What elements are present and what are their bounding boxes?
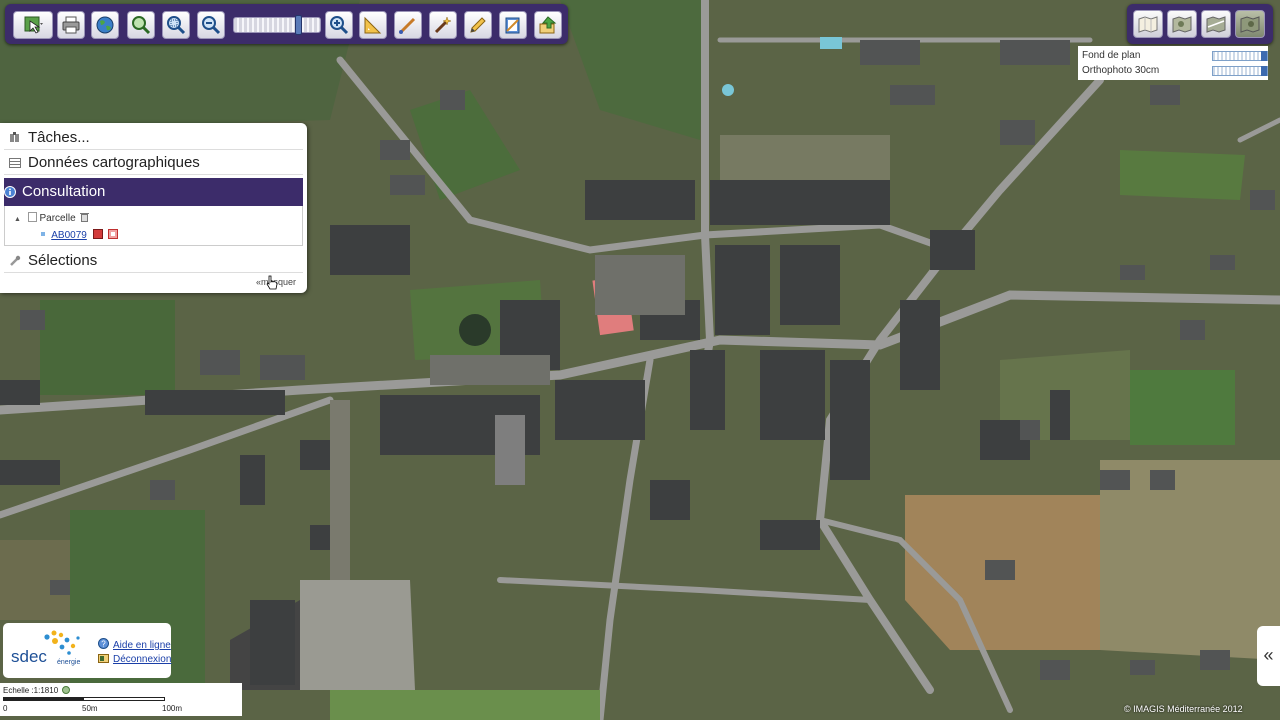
data-table-icon <box>9 158 21 168</box>
zoom-to-icon[interactable] <box>92 229 103 239</box>
tree-node-parcelle[interactable]: ▲ Parcelle <box>14 212 90 226</box>
layer-name: Fond de plan <box>1082 50 1141 61</box>
export-icon <box>539 16 557 34</box>
hand-cursor-icon <box>266 275 278 290</box>
measure-button[interactable] <box>359 11 387 39</box>
scale-label: Echelle :1:1810 <box>3 686 59 695</box>
layer-row: Orthophoto 30cm <box>1082 64 1268 78</box>
scale-bar-box: Echelle :1:1810 0 50m 100m <box>0 683 242 716</box>
accordion-label: Tâches... <box>28 129 90 146</box>
hybrid-map-icon <box>1206 16 1226 33</box>
magic-wand-button[interactable] <box>429 11 457 39</box>
zoom-box-icon <box>167 16 186 35</box>
magic-wand-icon <box>434 16 452 34</box>
logout-icon <box>98 654 109 663</box>
layer-button-2[interactable] <box>1167 10 1197 38</box>
zoom-in-button[interactable] <box>325 11 353 39</box>
report-icon[interactable] <box>108 229 119 239</box>
consultation-body: ▲ Parcelle AB0079 <box>4 206 303 246</box>
svg-text:?: ? <box>101 640 106 649</box>
accordion-selections[interactable]: Sélections <box>4 250 303 273</box>
aerial-map-icon <box>1172 16 1192 33</box>
tasks-icon <box>10 132 19 142</box>
zoom-out-button[interactable] <box>197 11 225 39</box>
accordion-donnees[interactable]: Données cartographiques <box>4 152 303 175</box>
branding-box: sdec énergie ? Aide en ligne Déconnexion <box>3 623 171 678</box>
bullet-icon <box>41 232 45 236</box>
accordion-label: Sélections <box>28 252 98 269</box>
layer-opacity-slider[interactable] <box>1212 66 1268 76</box>
select-area-icon <box>24 16 43 34</box>
edit-button[interactable] <box>464 11 492 39</box>
logo-subtext: énergie <box>57 659 81 666</box>
layer-row: Fond de plan <box>1082 49 1268 63</box>
trash-icon[interactable] <box>80 212 90 222</box>
layer-switcher <box>1127 4 1273 44</box>
notepad-icon <box>505 17 520 34</box>
accordion-consultation[interactable]: Consultation <box>4 178 303 206</box>
zoom-out-icon <box>202 16 221 35</box>
draw-line-button[interactable] <box>394 11 422 39</box>
layer-name: Orthophoto 30cm <box>1082 65 1160 76</box>
zoom-box-button[interactable] <box>162 11 190 39</box>
logo-text: sdec <box>11 647 47 666</box>
brush-icon <box>399 17 416 34</box>
logout-link[interactable]: Déconnexion <box>113 654 171 665</box>
globe-icon <box>96 16 114 34</box>
document-icon <box>27 212 37 222</box>
accordion-label: Consultation <box>22 183 106 200</box>
wrench-icon <box>10 255 21 266</box>
scale-bar <box>3 697 165 701</box>
notes-button[interactable] <box>499 11 527 39</box>
help-link[interactable]: Aide en ligne <box>113 640 171 651</box>
pencil-icon <box>470 17 486 33</box>
layer-list: Fond de plan Orthophoto 30cm <box>1078 46 1268 80</box>
zoom-slider-handle[interactable] <box>294 15 302 35</box>
print-button[interactable] <box>57 11 85 39</box>
copyright-text: © IMAGIS Méditerranée 2012 <box>1124 704 1243 714</box>
accordion-label: Données cartographiques <box>28 154 200 171</box>
main-toolbar <box>5 4 568 44</box>
zoom-in-icon <box>330 16 349 35</box>
accordion-taches[interactable]: Tâches... <box>4 127 303 150</box>
scale-tick-0: 0 <box>3 704 8 713</box>
zoom-slider[interactable] <box>233 15 321 35</box>
orthophoto-icon <box>1240 16 1260 33</box>
scale-settings-icon[interactable] <box>62 686 70 694</box>
layer-button-3[interactable] <box>1201 10 1231 38</box>
collapse-panel-button[interactable]: « <box>1257 626 1280 686</box>
layer-button-4[interactable] <box>1235 10 1265 38</box>
parcel-link[interactable]: AB0079 <box>51 230 87 241</box>
zoom-selection-button[interactable] <box>127 11 155 39</box>
info-icon <box>4 186 16 198</box>
zoom-selection-icon <box>132 16 151 35</box>
ruler-icon <box>364 16 382 34</box>
aerial-map[interactable] <box>0 0 1280 720</box>
map-icon <box>1138 16 1158 33</box>
layer-opacity-slider[interactable] <box>1212 51 1268 61</box>
full-extent-button[interactable] <box>91 11 119 39</box>
printer-icon <box>62 16 80 34</box>
tree-label: Parcelle <box>39 213 76 224</box>
help-icon: ? <box>98 638 109 649</box>
expand-icon: ▲ <box>14 216 21 223</box>
tree-node-ab0079: AB0079 <box>41 229 119 243</box>
scale-tick-50: 50m <box>82 704 98 713</box>
layer-button-1[interactable] <box>1133 10 1163 38</box>
select-area-button[interactable] <box>13 11 53 39</box>
scale-tick-100: 100m <box>162 704 183 713</box>
export-button[interactable] <box>534 11 562 39</box>
